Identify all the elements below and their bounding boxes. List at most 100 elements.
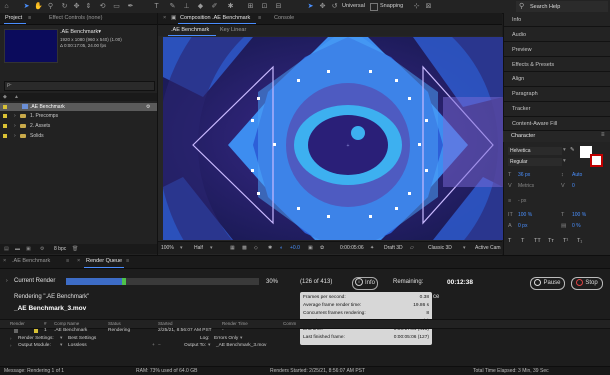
output-module-value[interactable]: Lossless <box>68 343 87 348</box>
eyedropper-icon[interactable]: ✎ <box>570 147 575 153</box>
character-panel-title[interactable]: Character <box>511 133 535 139</box>
render-queue-row[interactable]: 1 .AE Benchmark Rendering 2/25/21, 8:56:… <box>0 328 300 335</box>
superscript-icon[interactable]: T¹ <box>563 238 568 244</box>
panel-info[interactable]: Info <box>512 17 521 23</box>
new-folder-icon[interactable]: ▬ <box>15 246 20 252</box>
zoom-icon[interactable]: ⚲ <box>46 2 55 11</box>
clone-icon[interactable]: ⊥ <box>182 2 191 11</box>
panel-preview[interactable]: Preview <box>512 47 532 53</box>
bit-depth-label[interactable]: 8 bpc <box>54 246 66 252</box>
tab-effect-controls[interactable]: Effect Controls (none) <box>49 15 102 21</box>
rotate-gizmo-icon[interactable]: ↺ <box>330 2 339 11</box>
view-axis-icon[interactable]: ⊟ <box>274 2 283 11</box>
column-number[interactable]: # <box>44 321 47 326</box>
local-axis-icon[interactable]: ⊞ <box>246 2 255 11</box>
stroke-width-value[interactable]: - px <box>518 198 526 204</box>
tab-composition-menu-icon[interactable]: ≡ <box>258 15 261 21</box>
home-icon[interactable]: ⌂ <box>2 2 11 11</box>
trash-icon[interactable]: 🗑 <box>72 246 78 252</box>
composition-viewer[interactable]: + <box>163 37 503 240</box>
project-item-assets[interactable]: › 2. Assets <box>0 122 157 130</box>
tab-project[interactable]: Project <box>5 15 22 21</box>
panel-menu-icon[interactable]: ≡ <box>601 132 605 138</box>
font-size-value[interactable]: 36 px <box>518 172 530 178</box>
roto-brush-icon[interactable]: ✐ <box>210 2 219 11</box>
snapping-checkbox[interactable] <box>370 3 378 11</box>
pen-icon[interactable]: ✒ <box>126 2 135 11</box>
render-checkbox[interactable] <box>14 329 18 333</box>
log-dropdown[interactable]: Errors Only <box>214 336 238 341</box>
selection-icon[interactable]: ➤ <box>22 2 31 11</box>
all-caps-icon[interactable]: TT <box>534 238 541 244</box>
font-family-dropdown[interactable]: Helvetica <box>508 147 562 155</box>
leading-value[interactable]: Auto <box>572 172 582 178</box>
subtab-ae-benchmark[interactable]: .AE Benchmark <box>171 27 209 33</box>
world-axis-icon[interactable]: ⊡ <box>260 2 269 11</box>
subtab-key-linear[interactable]: Key Linear <box>220 27 246 33</box>
project-item-solids[interactable]: › Solids <box>0 132 157 140</box>
expand-arrow-icon[interactable]: › <box>14 132 16 140</box>
panel-tracker[interactable]: Tracker <box>512 106 530 112</box>
tab-menu-icon[interactable]: ≡ <box>126 258 129 264</box>
chevron-down-icon[interactable]: ▾ <box>60 336 62 341</box>
panel-align[interactable]: Align <box>512 76 524 82</box>
color-management-icon[interactable]: ✱ <box>268 245 272 251</box>
column-render-time[interactable]: Render Time <box>222 321 248 326</box>
subscript-icon[interactable]: T₁ <box>577 238 582 244</box>
type-icon[interactable]: T <box>152 2 161 11</box>
remove-output-module-icon[interactable]: − <box>158 343 161 348</box>
label-column-icon[interactable]: ◆ <box>3 94 7 100</box>
font-style-dropdown[interactable]: Regular <box>508 158 562 166</box>
move-icon[interactable]: ✥ <box>318 2 327 11</box>
pan-icon[interactable]: ✥ <box>72 2 81 11</box>
interpret-footage-icon[interactable]: ▤ <box>4 246 9 252</box>
tab-console[interactable]: Console <box>274 15 294 21</box>
transparency-grid-icon[interactable]: ▩ <box>242 245 247 251</box>
expand-arrow-icon[interactable]: › <box>14 112 16 120</box>
stroke-color-swatch[interactable] <box>590 154 603 167</box>
draft-3d-toggle[interactable]: Draft 3D <box>384 245 403 251</box>
exposure-value[interactable]: +0.0 <box>290 245 300 251</box>
output-to-value[interactable]: _AE Benchmark_3.mov <box>216 343 266 348</box>
show-snapshot-icon[interactable]: ✿ <box>320 245 324 251</box>
close-icon[interactable]: × <box>163 15 166 21</box>
tab-ae-benchmark-timeline[interactable]: .AE Benchmark <box>12 258 50 264</box>
brush-icon[interactable]: ✎ <box>168 2 177 11</box>
universal-selection-icon[interactable]: ➤ <box>306 2 315 11</box>
snapshot-icon[interactable]: ▣ <box>308 245 313 251</box>
hand-icon[interactable]: ✋ <box>34 2 43 11</box>
render-settings-value[interactable]: Best Settings <box>68 336 96 341</box>
expand-arrow-icon[interactable]: › <box>10 343 12 348</box>
horizontal-scale-value[interactable]: 100 % <box>572 212 586 218</box>
stop-button[interactable]: Stop <box>571 277 603 290</box>
panel-audio[interactable]: Audio <box>512 32 526 38</box>
column-status[interactable]: Status <box>108 321 121 326</box>
faux-italic-icon[interactable]: T <box>521 238 524 244</box>
tracking-value[interactable]: 0 <box>572 183 575 189</box>
vertical-scale-value[interactable]: 100 % <box>518 212 532 218</box>
info-button[interactable]: i Info <box>352 277 378 290</box>
project-item-precomps[interactable]: › 1. Precomps <box>0 112 157 120</box>
renderer-dropdown[interactable]: Classic 3D <box>428 245 452 251</box>
column-started[interactable]: Started <box>158 321 173 326</box>
mask-visibility-icon[interactable]: ◇ <box>254 245 258 251</box>
zoom-dropdown[interactable]: 100% <box>161 245 174 251</box>
faux-bold-icon[interactable]: T <box>508 238 511 244</box>
column-comp-name[interactable]: Comp Name <box>54 321 79 326</box>
panel-paragraph[interactable]: Paragraph <box>512 91 538 97</box>
new-comp-icon[interactable]: ▣ <box>26 246 31 252</box>
rotate-icon[interactable]: ⟲ <box>98 2 107 11</box>
lock-icon[interactable]: ▣ <box>171 15 176 21</box>
snap-options-icon[interactable]: ⊹ <box>412 2 421 11</box>
search-help-field[interactable]: ⚲ Search Help <box>516 1 608 12</box>
puppet-icon[interactable]: ✱ <box>226 2 235 11</box>
chevron-down-icon[interactable]: ▾ <box>60 343 62 348</box>
fast-previews-icon[interactable]: ✦ <box>370 245 374 251</box>
panel-content-aware-fill[interactable]: Content-Aware Fill <box>512 121 557 127</box>
pause-button[interactable]: Pause <box>530 277 565 290</box>
add-output-module-icon[interactable]: + <box>152 343 155 348</box>
column-comment[interactable]: Comm <box>283 321 296 326</box>
panel-effects-presets[interactable]: Effects & Presets <box>512 62 554 68</box>
tab-composition[interactable]: Composition .AE Benchmark <box>180 15 250 21</box>
tab-menu-icon[interactable]: ≡ <box>28 15 31 21</box>
